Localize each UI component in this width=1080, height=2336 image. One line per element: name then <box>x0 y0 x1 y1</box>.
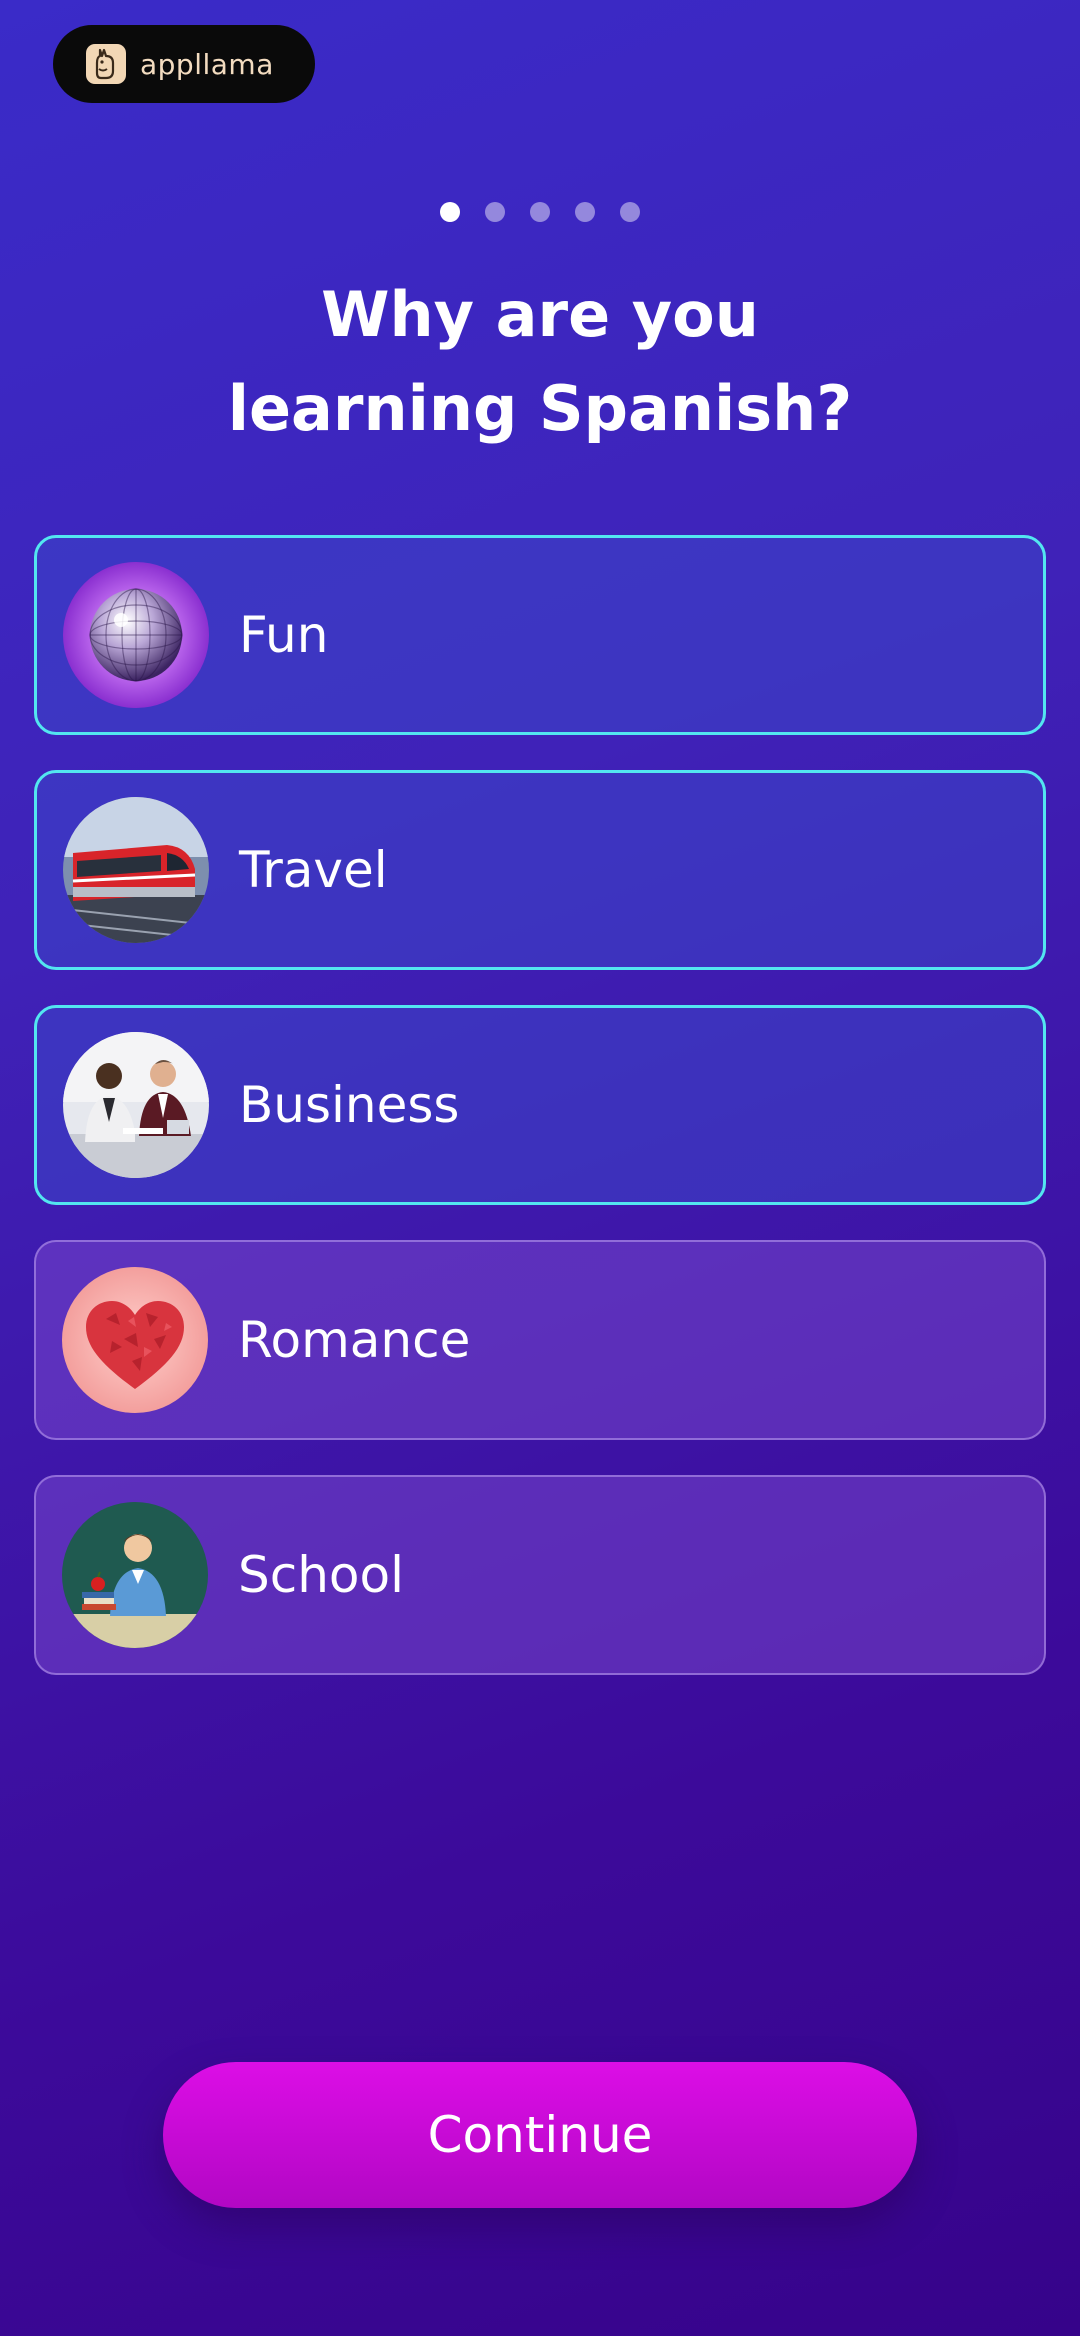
option-label: Business <box>239 1076 460 1134</box>
option-fun[interactable]: Fun <box>34 535 1046 735</box>
option-label: School <box>238 1546 404 1604</box>
continue-button[interactable]: Continue <box>163 2062 917 2208</box>
option-business[interactable]: Business <box>34 1005 1046 1205</box>
option-label: Fun <box>239 606 329 664</box>
option-label: Romance <box>238 1311 471 1369</box>
disco-ball-image <box>63 562 209 708</box>
option-school[interactable]: School <box>34 1475 1046 1675</box>
option-romance[interactable]: Romance <box>34 1240 1046 1440</box>
progress-dot-3 <box>530 202 550 222</box>
page-title-line1: Why are you <box>321 278 759 351</box>
progress-dots <box>0 202 1080 222</box>
page-title-line2: learning Spanish? <box>227 372 853 445</box>
brand-name: appllama <box>140 47 274 81</box>
page-title: Why are you learning Spanish? <box>0 268 1080 456</box>
progress-dot-2 <box>485 202 505 222</box>
teacher-classroom-image <box>62 1502 208 1648</box>
progress-dot-1 <box>440 202 460 222</box>
option-travel[interactable]: Travel <box>34 770 1046 970</box>
business-meeting-image <box>63 1032 209 1178</box>
reason-options-list: Fun Travel Business Romance School <box>34 535 1046 1710</box>
brand-badge: appllama <box>53 25 315 103</box>
heart-image <box>62 1267 208 1413</box>
train-image <box>63 797 209 943</box>
progress-dot-4 <box>575 202 595 222</box>
progress-dot-5 <box>620 202 640 222</box>
llama-icon <box>86 44 126 84</box>
option-label: Travel <box>239 841 388 899</box>
